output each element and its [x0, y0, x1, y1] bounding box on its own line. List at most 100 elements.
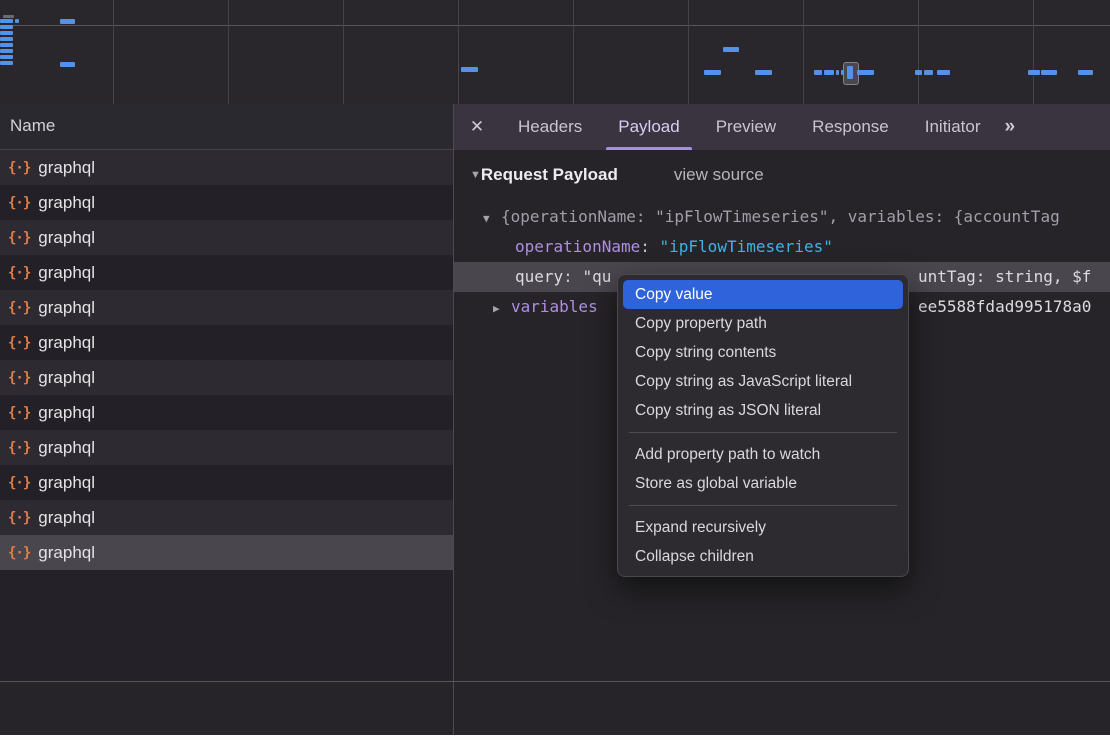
request-timeline-bar	[857, 70, 874, 75]
overview-gridline	[573, 0, 574, 104]
request-timeline-bar	[723, 47, 739, 52]
request-timeline-bar	[0, 55, 13, 59]
menu-item-expand-recursively[interactable]: Expand recursively	[618, 513, 908, 542]
json-request-icon: {·}	[8, 230, 30, 246]
menu-item-copy-string-contents[interactable]: Copy string contents	[618, 338, 908, 367]
request-name-label: graphql	[38, 263, 95, 283]
tab-headers[interactable]: Headers	[514, 104, 586, 150]
request-timeline-bar	[937, 70, 950, 75]
json-request-icon: {·}	[8, 440, 30, 456]
requests-column-header[interactable]: Name	[0, 104, 453, 150]
menu-item-copy-property-path[interactable]: Copy property path	[618, 309, 908, 338]
request-name-label: graphql	[38, 228, 95, 248]
tree-row-operation-name[interactable]: operationName: "ipFlowTimeseries"	[454, 232, 1110, 262]
json-request-icon: {·}	[8, 300, 30, 316]
request-row-graphql[interactable]: {·}graphql	[0, 150, 453, 185]
overview-lane-divider	[0, 25, 1110, 26]
request-timeline-bar	[15, 19, 19, 23]
request-timeline-bar	[1041, 70, 1057, 75]
request-timeline-bar	[755, 70, 772, 75]
collapse-triangle-icon[interactable]: ▼	[483, 204, 501, 232]
request-row-graphql[interactable]: {·}graphql	[0, 500, 453, 535]
request-name-label: graphql	[38, 333, 95, 353]
overview-gridline	[228, 0, 229, 104]
request-timeline-bar	[1078, 70, 1093, 75]
request-row-graphql[interactable]: {·} graphql	[0, 325, 453, 360]
menu-item-store-as-global-variable[interactable]: Store as global variable	[618, 469, 908, 498]
tab-response[interactable]: Response	[808, 104, 893, 150]
menu-item-copy-string-as-javascript-literal[interactable]: Copy string as JavaScript literal	[618, 367, 908, 396]
request-timeline-bar	[847, 66, 853, 79]
json-request-icon: {·}	[8, 160, 30, 176]
menu-separator	[629, 432, 897, 433]
request-row-graphql[interactable]: {·} graphql	[0, 290, 453, 325]
json-request-icon: {·}	[8, 370, 30, 386]
request-row-graphql[interactable]: {·}graphql	[0, 430, 453, 465]
colon: :	[640, 237, 650, 256]
request-timeline-bar	[0, 19, 13, 23]
overview-gridline	[803, 0, 804, 104]
json-request-icon: {·}	[8, 335, 30, 351]
request-timeline-bar	[0, 25, 13, 29]
menu-item-add-property-path-to-watch[interactable]: Add property path to watch	[618, 440, 908, 469]
tab-label: Initiator	[925, 117, 981, 136]
network-overview-timeline[interactable]	[0, 0, 1110, 105]
request-row-graphql[interactable]: {·} graphql	[0, 395, 453, 430]
request-list: {·} graphql {·} graphql {·} graphql {·} graphql…	[0, 150, 453, 681]
menu-item-copy-value[interactable]: Copy value	[623, 280, 903, 309]
json-request-icon: {·}	[8, 195, 30, 211]
request-timeline-bar	[824, 70, 834, 75]
request-name-label: graphql	[38, 543, 95, 563]
menu-separator	[629, 505, 897, 506]
request-row-graphql[interactable]: {·} graphql	[0, 465, 453, 500]
tree-row-object-preview[interactable]: ▼{operationName: "ipFlowTimeseries", var…	[454, 202, 1110, 232]
view-source-link[interactable]: view source	[674, 165, 764, 184]
request-name-label: graphql	[38, 193, 95, 213]
request-name-label: graphql	[38, 508, 95, 528]
panel-vertical-divider[interactable]	[453, 104, 454, 735]
tab-label: Payload	[618, 117, 679, 136]
property-key: query	[515, 267, 563, 286]
request-timeline-bar	[814, 70, 822, 75]
property-value: "ipFlowTimeseries"	[660, 237, 833, 256]
property-value-left: "qu	[582, 267, 611, 286]
colon: :	[563, 267, 573, 286]
expand-triangle-icon[interactable]: ▶	[493, 294, 511, 322]
json-request-icon: {·}	[8, 405, 30, 421]
overview-gridline	[458, 0, 459, 104]
request-row-graphql[interactable]: {·} graphql	[0, 220, 453, 255]
request-timeline-bar	[0, 31, 13, 35]
json-request-icon: {·}	[8, 265, 30, 281]
overview-gridline	[113, 0, 114, 104]
section-title: Request Payload	[481, 165, 618, 184]
request-row-graphql[interactable]: {·} graphql	[0, 185, 453, 220]
tab-label: Response	[812, 117, 889, 136]
tab-label: Preview	[716, 117, 776, 136]
json-request-icon: {·}	[8, 475, 30, 491]
more-tabs-icon[interactable]: »	[1004, 116, 1013, 138]
tab-label: Headers	[518, 117, 582, 136]
menu-item-collapse-children[interactable]: Collapse children	[618, 542, 908, 571]
menu-item-copy-string-as-json-literal[interactable]: Copy string as JSON literal	[618, 396, 908, 425]
request-name-label: graphql	[38, 298, 95, 318]
request-timeline-bar	[0, 49, 13, 53]
close-icon[interactable]: ✕	[454, 117, 500, 137]
request-name-label: graphql	[38, 473, 95, 493]
request-timeline-bar	[836, 70, 839, 75]
context-menu: Copy valueCopy property pathCopy string …	[617, 274, 909, 577]
tab-payload[interactable]: Payload	[614, 104, 683, 150]
details-tab-bar: ✕ Headers Payload Preview Response Initiator…	[454, 104, 1110, 150]
object-preview-text: {operationName: "ipFlowTimeseries", vari…	[501, 207, 1060, 226]
request-name-label: graphql	[38, 403, 95, 423]
request-timeline-bar	[461, 67, 478, 72]
tab-preview[interactable]: Preview	[712, 104, 780, 150]
request-row-graphql[interactable]: {·} graphql	[0, 255, 453, 290]
request-row-graphql[interactable]: {·}graphql	[0, 535, 453, 570]
request-timeline-bar	[924, 70, 933, 75]
overview-gridline	[1033, 0, 1034, 104]
request-timeline-bar	[915, 70, 922, 75]
request-row-graphql[interactable]: {·}graphql	[0, 360, 453, 395]
tab-initiator[interactable]: Initiator	[921, 104, 985, 150]
request-timeline-bar	[841, 70, 844, 75]
collapse-triangle-icon[interactable]: ▼	[470, 169, 481, 181]
